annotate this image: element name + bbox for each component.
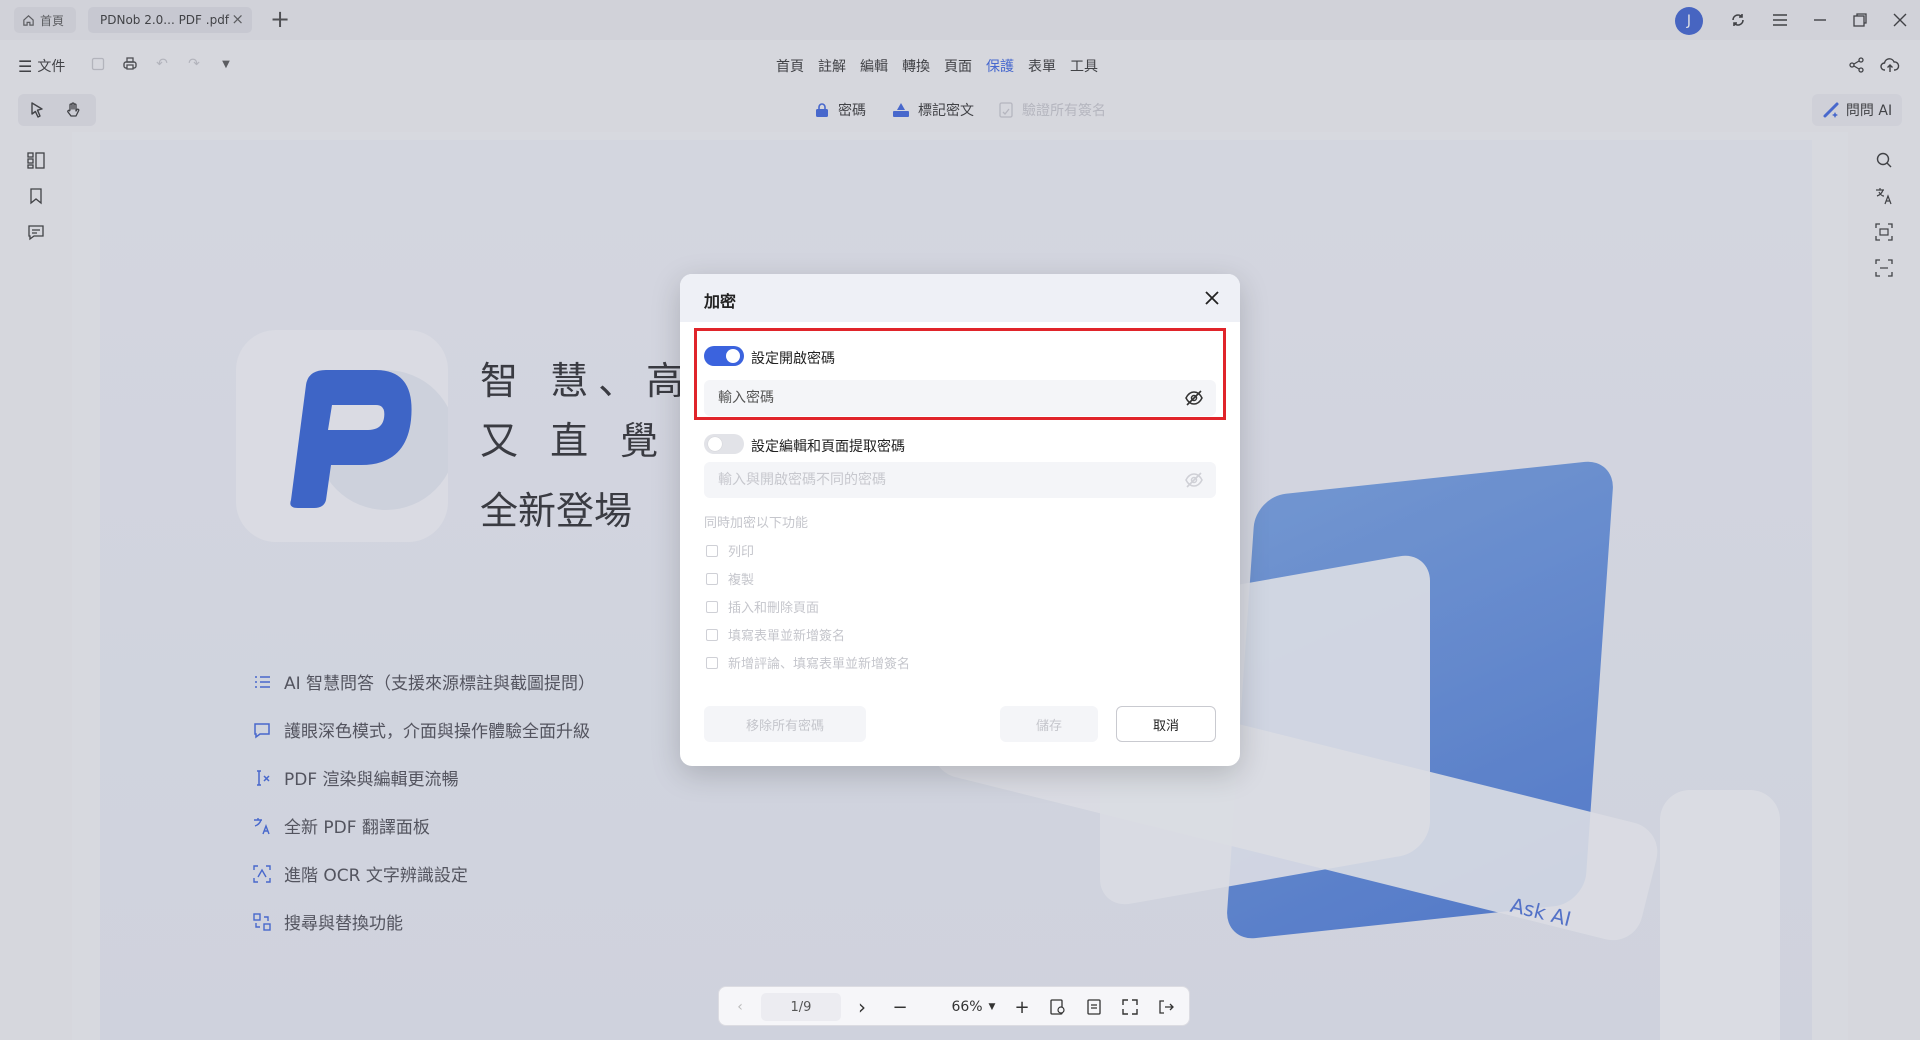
remove-all-passwords-button[interactable]: 移除所有密碼 xyxy=(704,706,866,742)
close-icon[interactable] xyxy=(1200,286,1224,310)
page-indicator[interactable]: 1/9 xyxy=(761,993,841,1021)
zoom-in-icon[interactable]: + xyxy=(1011,996,1033,1018)
restrictions-title: 同時加密以下功能 xyxy=(704,516,809,531)
dialog-header: 加密 xyxy=(680,274,1240,322)
next-page-icon[interactable]: › xyxy=(851,995,873,1019)
fit-width-icon[interactable] xyxy=(1083,996,1105,1018)
edit-password-input[interactable] xyxy=(704,462,1164,498)
open-password-toggle[interactable] xyxy=(704,346,744,366)
edit-password-toggle[interactable] xyxy=(704,434,744,454)
cancel-button[interactable]: 取消 xyxy=(1116,706,1216,742)
zoom-out-icon[interactable]: − xyxy=(889,996,911,1018)
open-password-label: 設定開啟密碼 xyxy=(751,351,835,367)
restriction-label: 填寫表單並新增簽名 xyxy=(728,629,846,644)
restriction-label: 列印 xyxy=(728,545,755,560)
restriction-label: 插入和刪除頁面 xyxy=(728,601,820,616)
open-password-field xyxy=(704,380,1216,416)
open-password-input[interactable] xyxy=(704,380,1164,416)
restriction-label: 新增評論、填寫表單並新增簽名 xyxy=(728,657,911,672)
restriction-print-checkbox[interactable]: 列印 xyxy=(706,541,754,560)
eye-off-icon[interactable] xyxy=(1184,389,1204,407)
edit-password-label: 設定編輯和頁面提取密碼 xyxy=(751,439,905,455)
save-button[interactable]: 儲存 xyxy=(1000,706,1098,742)
dialog-title: 加密 xyxy=(704,292,737,311)
exit-icon[interactable] xyxy=(1155,996,1177,1018)
fit-page-icon[interactable] xyxy=(1047,996,1069,1018)
prev-page-icon[interactable]: ‹ xyxy=(729,996,751,1018)
restriction-comments-checkbox[interactable]: 新增評論、填寫表單並新增簽名 xyxy=(706,653,910,672)
zoom-dropdown-icon[interactable]: ▼ xyxy=(985,996,999,1018)
restriction-label: 複製 xyxy=(728,573,755,588)
eye-off-icon xyxy=(1185,472,1203,488)
restriction-forms-checkbox[interactable]: 填寫表單並新增簽名 xyxy=(706,625,845,644)
edit-password-field xyxy=(704,462,1216,498)
fullscreen-icon[interactable] xyxy=(1119,996,1141,1018)
page-navigation-bar: ‹ 1/9 › − 66% ▼ + xyxy=(718,986,1190,1026)
restriction-pages-checkbox[interactable]: 插入和刪除頁面 xyxy=(706,597,819,616)
restriction-copy-checkbox[interactable]: 複製 xyxy=(706,569,754,588)
encrypt-dialog: 加密 設定開啟密碼 設定編輯和頁面提取密碼 同時加密以下功能 列印 複製 插入和… xyxy=(680,274,1240,766)
